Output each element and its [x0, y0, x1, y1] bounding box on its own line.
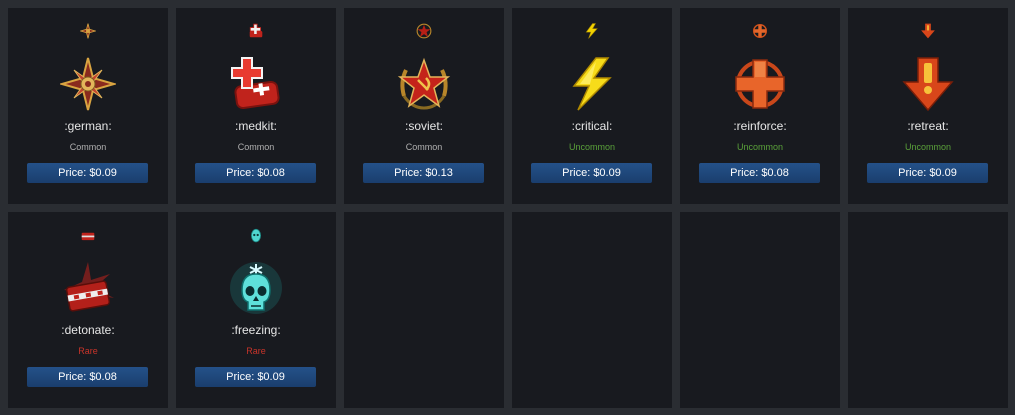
price-button[interactable]: Price: $0.13 — [363, 163, 484, 183]
item-name: :freezing: — [231, 323, 281, 337]
item-rarity: Common — [405, 142, 443, 152]
empty-slot — [344, 212, 504, 408]
item-card-critical[interactable]: :critical: Uncommon Price: $0.09 — [512, 8, 672, 204]
item-rarity: Uncommon — [736, 142, 783, 152]
item-card-freezing[interactable]: :freezing: Rare Price: $0.09 — [176, 212, 336, 408]
frozen-skull-icon — [251, 228, 261, 243]
item-rarity: Uncommon — [568, 142, 615, 152]
item-name: :critical: — [571, 119, 613, 133]
item-rarity: Rare — [246, 346, 266, 356]
medkit-icon — [249, 23, 263, 38]
price-button[interactable]: Price: $0.08 — [195, 163, 316, 183]
lightning-bolt-icon — [572, 57, 612, 111]
medkit-icon — [231, 57, 280, 110]
price-button[interactable]: Price: $0.09 — [195, 367, 316, 387]
emoticon-grid: :german: Common Price: $0.09 :medkit: Co… — [8, 8, 1008, 408]
detonator-icon — [81, 232, 95, 241]
price-button[interactable]: Price: $0.08 — [699, 163, 820, 183]
item-card-soviet[interactable]: :soviet: Common Price: $0.13 — [344, 8, 504, 204]
empty-slot — [512, 212, 672, 408]
item-name: :medkit: — [234, 119, 277, 133]
item-rarity: Rare — [78, 346, 98, 356]
soviet-star-icon — [397, 57, 451, 110]
german-emblem-icon — [60, 57, 116, 111]
item-name: :german: — [64, 119, 112, 133]
item-card-german[interactable]: :german: Common Price: $0.09 — [8, 8, 168, 204]
item-card-detonate[interactable]: :detonate: Rare Price: $0.08 — [8, 212, 168, 408]
empty-slot — [680, 212, 840, 408]
price-button[interactable]: Price: $0.08 — [27, 367, 148, 387]
item-rarity: Common — [237, 142, 275, 152]
detonator-icon — [64, 262, 114, 312]
item-name: :detonate: — [61, 323, 115, 337]
reinforce-cross-icon — [753, 24, 767, 38]
price-button[interactable]: Price: $0.09 — [867, 163, 988, 183]
price-button[interactable]: Price: $0.09 — [27, 163, 148, 183]
lightning-bolt-icon — [585, 23, 598, 39]
item-name: :reinforce: — [733, 119, 787, 133]
empty-slot — [848, 212, 1008, 408]
item-card-reinforce[interactable]: :reinforce: Uncommon Price: $0.08 — [680, 8, 840, 204]
item-name: :retreat: — [907, 119, 949, 133]
soviet-star-icon — [416, 23, 432, 39]
item-rarity: Uncommon — [904, 142, 951, 152]
retreat-arrow-icon — [902, 57, 954, 112]
german-emblem-icon — [80, 23, 96, 39]
retreat-arrow-icon — [921, 23, 935, 39]
price-button[interactable]: Price: $0.09 — [531, 163, 652, 183]
item-name: :soviet: — [404, 119, 443, 133]
item-rarity: Common — [69, 142, 107, 152]
reinforce-cross-icon — [735, 59, 785, 109]
item-card-medkit[interactable]: :medkit: Common Price: $0.08 — [176, 8, 336, 204]
item-card-retreat[interactable]: :retreat: Uncommon Price: $0.09 — [848, 8, 1008, 204]
frozen-skull-icon — [230, 262, 282, 314]
